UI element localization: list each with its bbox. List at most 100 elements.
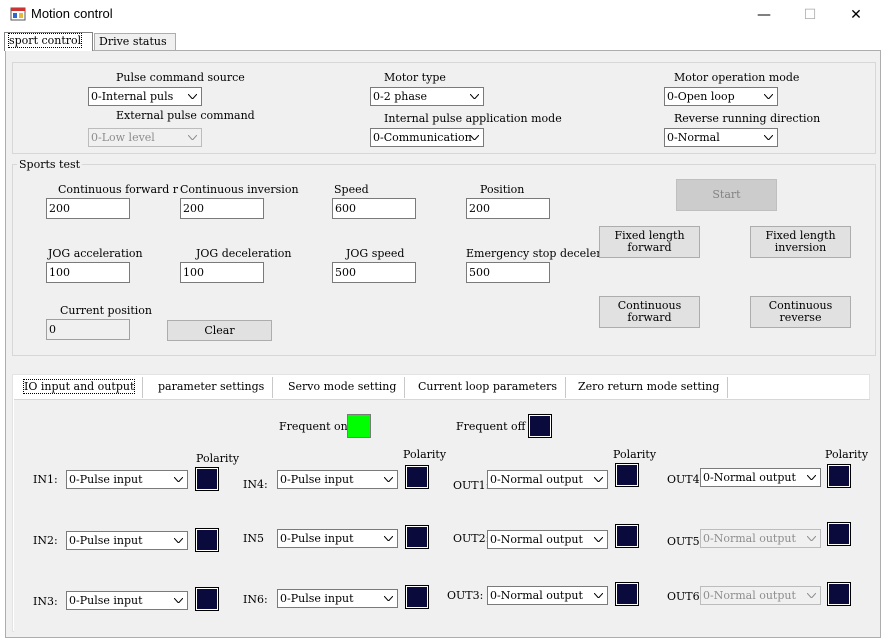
reverse-running-direction-label: Reverse running direction [674,112,821,125]
chevron-down-icon [590,471,607,488]
in5-polarity-toggle[interactable] [405,525,429,549]
in4-polarity-toggle[interactable] [405,465,429,489]
tab-servo-mode-setting[interactable]: Servo mode setting [280,377,406,398]
in1-select[interactable]: 0-Pulse input [66,470,188,489]
tab-drive-status[interactable]: Drive status [94,33,176,50]
in2-label: IN2: [33,534,58,547]
speed-input[interactable]: 600 [332,198,416,219]
chevron-down-icon [760,129,777,146]
frequent-off-indicator [528,414,552,438]
in3-select[interactable]: 0-Pulse input [66,591,188,610]
fixed-length-inversion-button[interactable]: Fixed length inversion [750,226,851,258]
internal-pulse-application-mode-label: Internal pulse application mode [384,112,562,125]
in5-select[interactable]: 0-Pulse input [277,529,398,548]
chevron-down-icon [184,129,201,146]
tab-sport-control[interactable]: sport control [4,32,93,51]
chevron-down-icon [466,88,483,105]
chevron-down-icon [590,531,607,548]
motor-operation-mode-select[interactable]: 0-Open loop [664,87,778,106]
continuous-inversion-input[interactable]: 200 [180,198,264,219]
out6-polarity-toggle[interactable] [827,582,851,606]
in4-label: IN4: [243,478,268,491]
speed-label: Speed [334,183,369,196]
jog-deceleration-input[interactable]: 100 [180,262,264,283]
out6-select[interactable]: 0-Normal output [700,586,821,605]
chevron-down-icon [466,129,483,146]
motor-type-select[interactable]: 0-2 phase [370,87,484,106]
chevron-down-icon [170,592,187,609]
start-button[interactable]: Start [676,179,777,211]
window-title: Motion control [31,6,113,21]
in6-label: IN6: [243,593,268,606]
motor-type-label: Motor type [384,71,446,84]
out3-label: OUT3: [447,589,484,602]
emergency-stop-deceleration-input[interactable]: 500 [466,262,550,283]
reverse-running-direction-select[interactable]: 0-Normal [664,128,778,147]
sports-test-title: Sports test [17,158,83,171]
close-button[interactable]: ✕ [833,0,879,30]
maximize-button[interactable]: ☐ [787,0,833,30]
chevron-down-icon [380,530,397,547]
in6-select[interactable]: 0-Pulse input [277,589,398,608]
frequent-on-indicator [347,414,371,438]
in2-polarity-toggle[interactable] [195,528,219,552]
polarity-label: Polarity [613,448,657,461]
continuous-reverse-button[interactable]: Continuous reverse [750,296,851,328]
out4-polarity-toggle[interactable] [827,464,851,488]
out3-polarity-toggle[interactable] [615,582,639,606]
current-position-label: Current position [60,304,153,317]
out6-label: OUT6: [667,590,704,603]
continuous-forward-input[interactable]: 200 [46,198,130,219]
out4-select[interactable]: 0-Normal output [700,468,821,487]
polarity-label: Polarity [825,448,869,461]
out2-select[interactable]: 0-Normal output [487,530,608,549]
continuous-inversion-label: Continuous inversion [180,183,299,196]
tab-zero-return-mode-setting[interactable]: Zero return mode setting [570,377,729,398]
chevron-down-icon [803,469,820,486]
out4-label: OUT4: [667,473,704,486]
internal-pulse-application-mode-select[interactable]: 0-Communication [370,128,484,147]
out2-label: OUT2: [453,532,490,545]
motor-operation-mode-label: Motor operation mode [674,71,800,84]
position-input[interactable]: 200 [466,198,550,219]
chevron-down-icon [170,532,187,549]
jog-acceleration-label: JOG acceleration [48,247,143,260]
minimize-button[interactable]: — [741,0,787,30]
fixed-length-forward-button[interactable]: Fixed length forward [599,226,700,258]
out5-polarity-toggle[interactable] [827,522,851,546]
continuous-forward-button[interactable]: Continuous forward [599,296,700,328]
in4-select[interactable]: 0-Pulse input [277,470,398,489]
jog-speed-input[interactable]: 500 [332,262,416,283]
jog-speed-label: JOG speed [346,247,405,260]
in1-polarity-toggle[interactable] [195,467,219,491]
external-pulse-command-select[interactable]: 0-Low level [88,128,202,147]
out1-polarity-toggle[interactable] [615,463,639,487]
out2-polarity-toggle[interactable] [615,524,639,548]
position-label: Position [480,183,525,196]
tab-parameter-settings[interactable]: parameter settings [150,377,274,398]
external-pulse-command-label: External pulse command [116,109,255,122]
tab-io-input-output[interactable]: IO input and output [16,377,144,398]
chevron-down-icon [760,88,777,105]
polarity-label: Polarity [196,452,240,465]
in3-label: IN3: [33,595,58,608]
in3-polarity-toggle[interactable] [195,587,219,611]
continuous-forward-label: Continuous forward r [58,183,179,196]
chevron-down-icon [380,590,397,607]
current-position-field: 0 [46,319,130,340]
in6-polarity-toggle[interactable] [405,585,429,609]
chevron-down-icon [184,88,201,105]
tab-current-loop-parameters[interactable]: Current loop parameters [410,377,567,398]
chevron-down-icon [803,530,820,547]
frequent-on-label: Frequent on [279,420,348,433]
clear-button[interactable]: Clear [167,320,272,341]
in2-select[interactable]: 0-Pulse input [66,531,188,550]
out1-select[interactable]: 0-Normal output [487,470,608,489]
jog-acceleration-input[interactable]: 100 [46,262,130,283]
out1-label: OUT1: [453,479,490,492]
out3-select[interactable]: 0-Normal output [487,586,608,605]
pulse-command-source-select[interactable]: 0-Internal puls [88,87,202,106]
pulse-command-source-label: Pulse command source [116,71,245,84]
out5-label: OUT5: [667,535,704,548]
out5-select[interactable]: 0-Normal output [700,529,821,548]
